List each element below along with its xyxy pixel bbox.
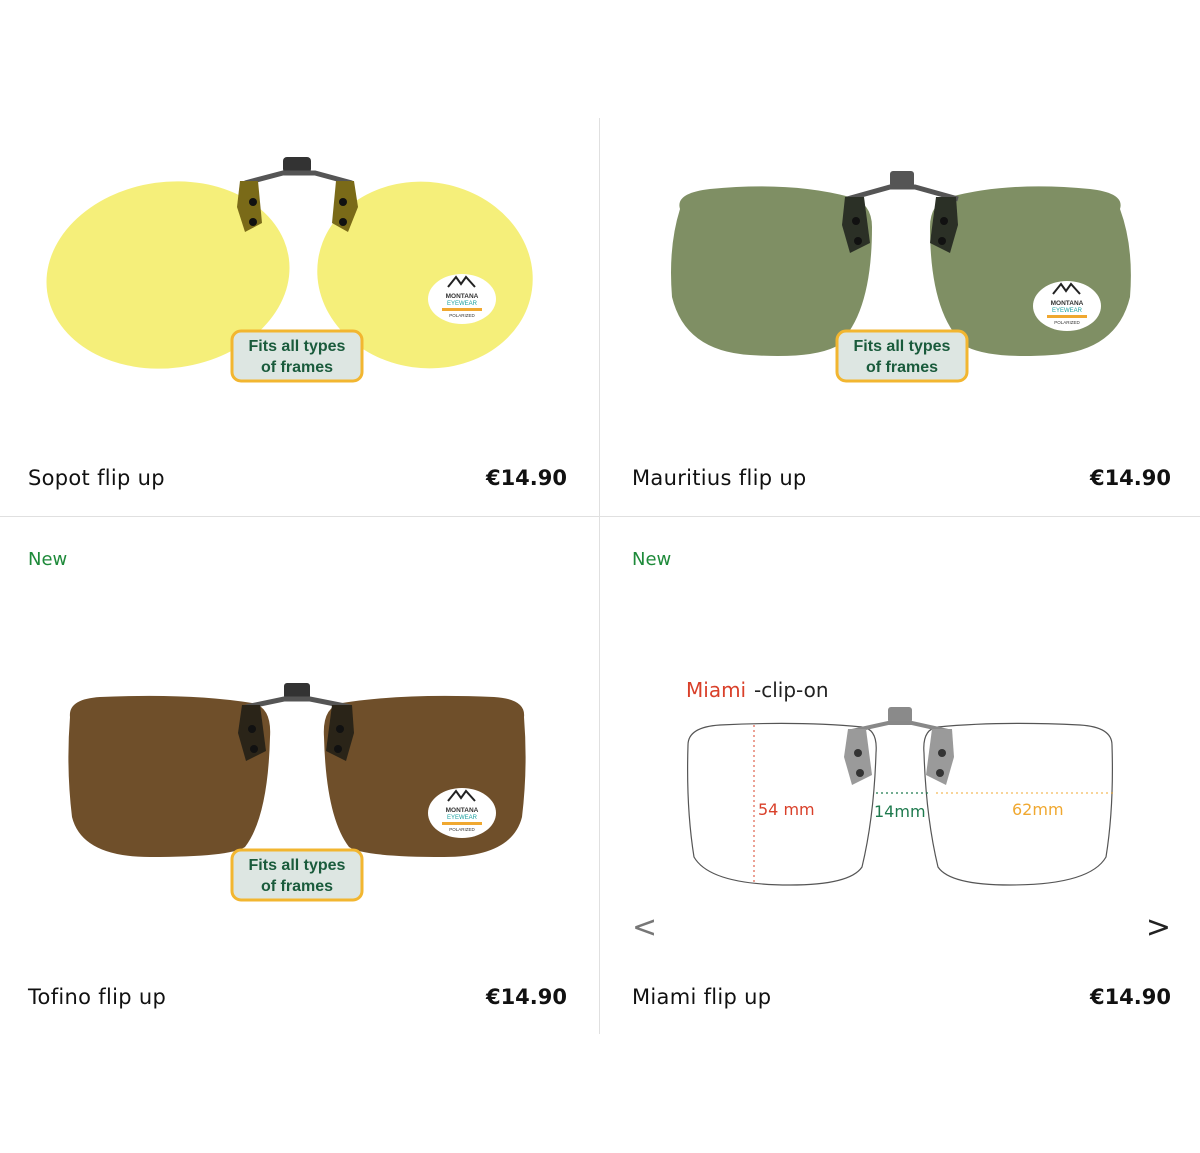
new-badge: New — [632, 549, 672, 570]
product-price: €14.90 — [485, 466, 567, 490]
product-card-sopot[interactable]: MONTANA EYEWEAR POLARIZED Fits all types… — [0, 117, 600, 517]
diagram-title-rest: -clip-on — [754, 678, 829, 702]
diagram-title-highlight: Miami — [686, 678, 746, 702]
product-image-miami-diagram[interactable]: Miami -clip-on 54 mm 14mm 62mm — [640, 667, 1160, 907]
logo-brand-line2: EYEWEAR — [447, 301, 478, 307]
height-dimension-label: 54 mm — [758, 800, 815, 819]
product-image-mauritius[interactable]: MONTANA EYEWEAR POLARIZED Fits all types… — [640, 147, 1160, 427]
badge-line-2: of frames — [261, 878, 333, 895]
montana-logo: MONTANA EYEWEAR POLARIZED — [428, 274, 496, 324]
logo-brand-line1: MONTANA — [446, 807, 479, 814]
clip-mechanism-icon — [842, 171, 959, 253]
fits-all-frames-badge: Fits all types of frames — [230, 329, 364, 383]
clip-mechanism-icon — [238, 683, 354, 761]
logo-tagline: POLARIZED — [449, 313, 475, 318]
carousel-prev-arrow[interactable]: < — [632, 913, 657, 943]
badge-line-1: Fits all types — [249, 338, 346, 355]
product-price: €14.90 — [1089, 985, 1171, 1009]
badge-line-2: of frames — [866, 359, 938, 376]
product-card-miami[interactable]: New Miami -clip-on 54 mm 14mm 62mm < > M… — [600, 517, 1200, 1032]
product-card-tofino[interactable]: New MONTANA EYEWEAR POLARIZED Fits all t… — [0, 517, 600, 1032]
fits-all-frames-badge: Fits all types of frames — [835, 329, 969, 383]
logo-tagline: POLARIZED — [449, 827, 475, 832]
logo-brand-line1: MONTANA — [1051, 300, 1084, 307]
montana-logo: MONTANA EYEWEAR POLARIZED — [428, 788, 496, 838]
clip-mechanism-icon — [237, 157, 358, 232]
logo-brand-line2: EYEWEAR — [447, 815, 478, 821]
logo-brand-line2: EYEWEAR — [1052, 308, 1083, 314]
brown-lens-right — [323, 695, 526, 857]
carousel-next-arrow[interactable]: > — [1146, 913, 1171, 943]
product-name[interactable]: Miami flip up — [632, 985, 771, 1009]
badge-line-2: of frames — [261, 359, 333, 376]
clip-mechanism-icon — [844, 707, 954, 785]
fits-all-frames-badge: Fits all types of frames — [230, 848, 364, 902]
product-name[interactable]: Sopot flip up — [28, 466, 165, 490]
product-name[interactable]: Tofino flip up — [28, 985, 166, 1009]
badge-line-1: Fits all types — [854, 338, 951, 355]
logo-brand-line1: MONTANA — [446, 293, 479, 300]
product-image-sopot[interactable]: MONTANA EYEWEAR POLARIZED Fits all types… — [40, 147, 560, 427]
width-dimension-label: 62mm — [1012, 800, 1064, 819]
badge-line-1: Fits all types — [249, 857, 346, 874]
product-image-tofino[interactable]: MONTANA EYEWEAR POLARIZED Fits all types… — [40, 667, 560, 927]
product-card-mauritius[interactable]: MONTANA EYEWEAR POLARIZED Fits all types… — [600, 117, 1200, 517]
product-price: €14.90 — [1089, 466, 1171, 490]
new-badge: New — [28, 549, 68, 570]
montana-logo: MONTANA EYEWEAR POLARIZED — [1033, 281, 1101, 331]
product-name[interactable]: Mauritius flip up — [632, 466, 807, 490]
bridge-dimension-label: 14mm — [874, 802, 926, 821]
product-price: €14.90 — [485, 985, 567, 1009]
logo-tagline: POLARIZED — [1054, 320, 1080, 325]
